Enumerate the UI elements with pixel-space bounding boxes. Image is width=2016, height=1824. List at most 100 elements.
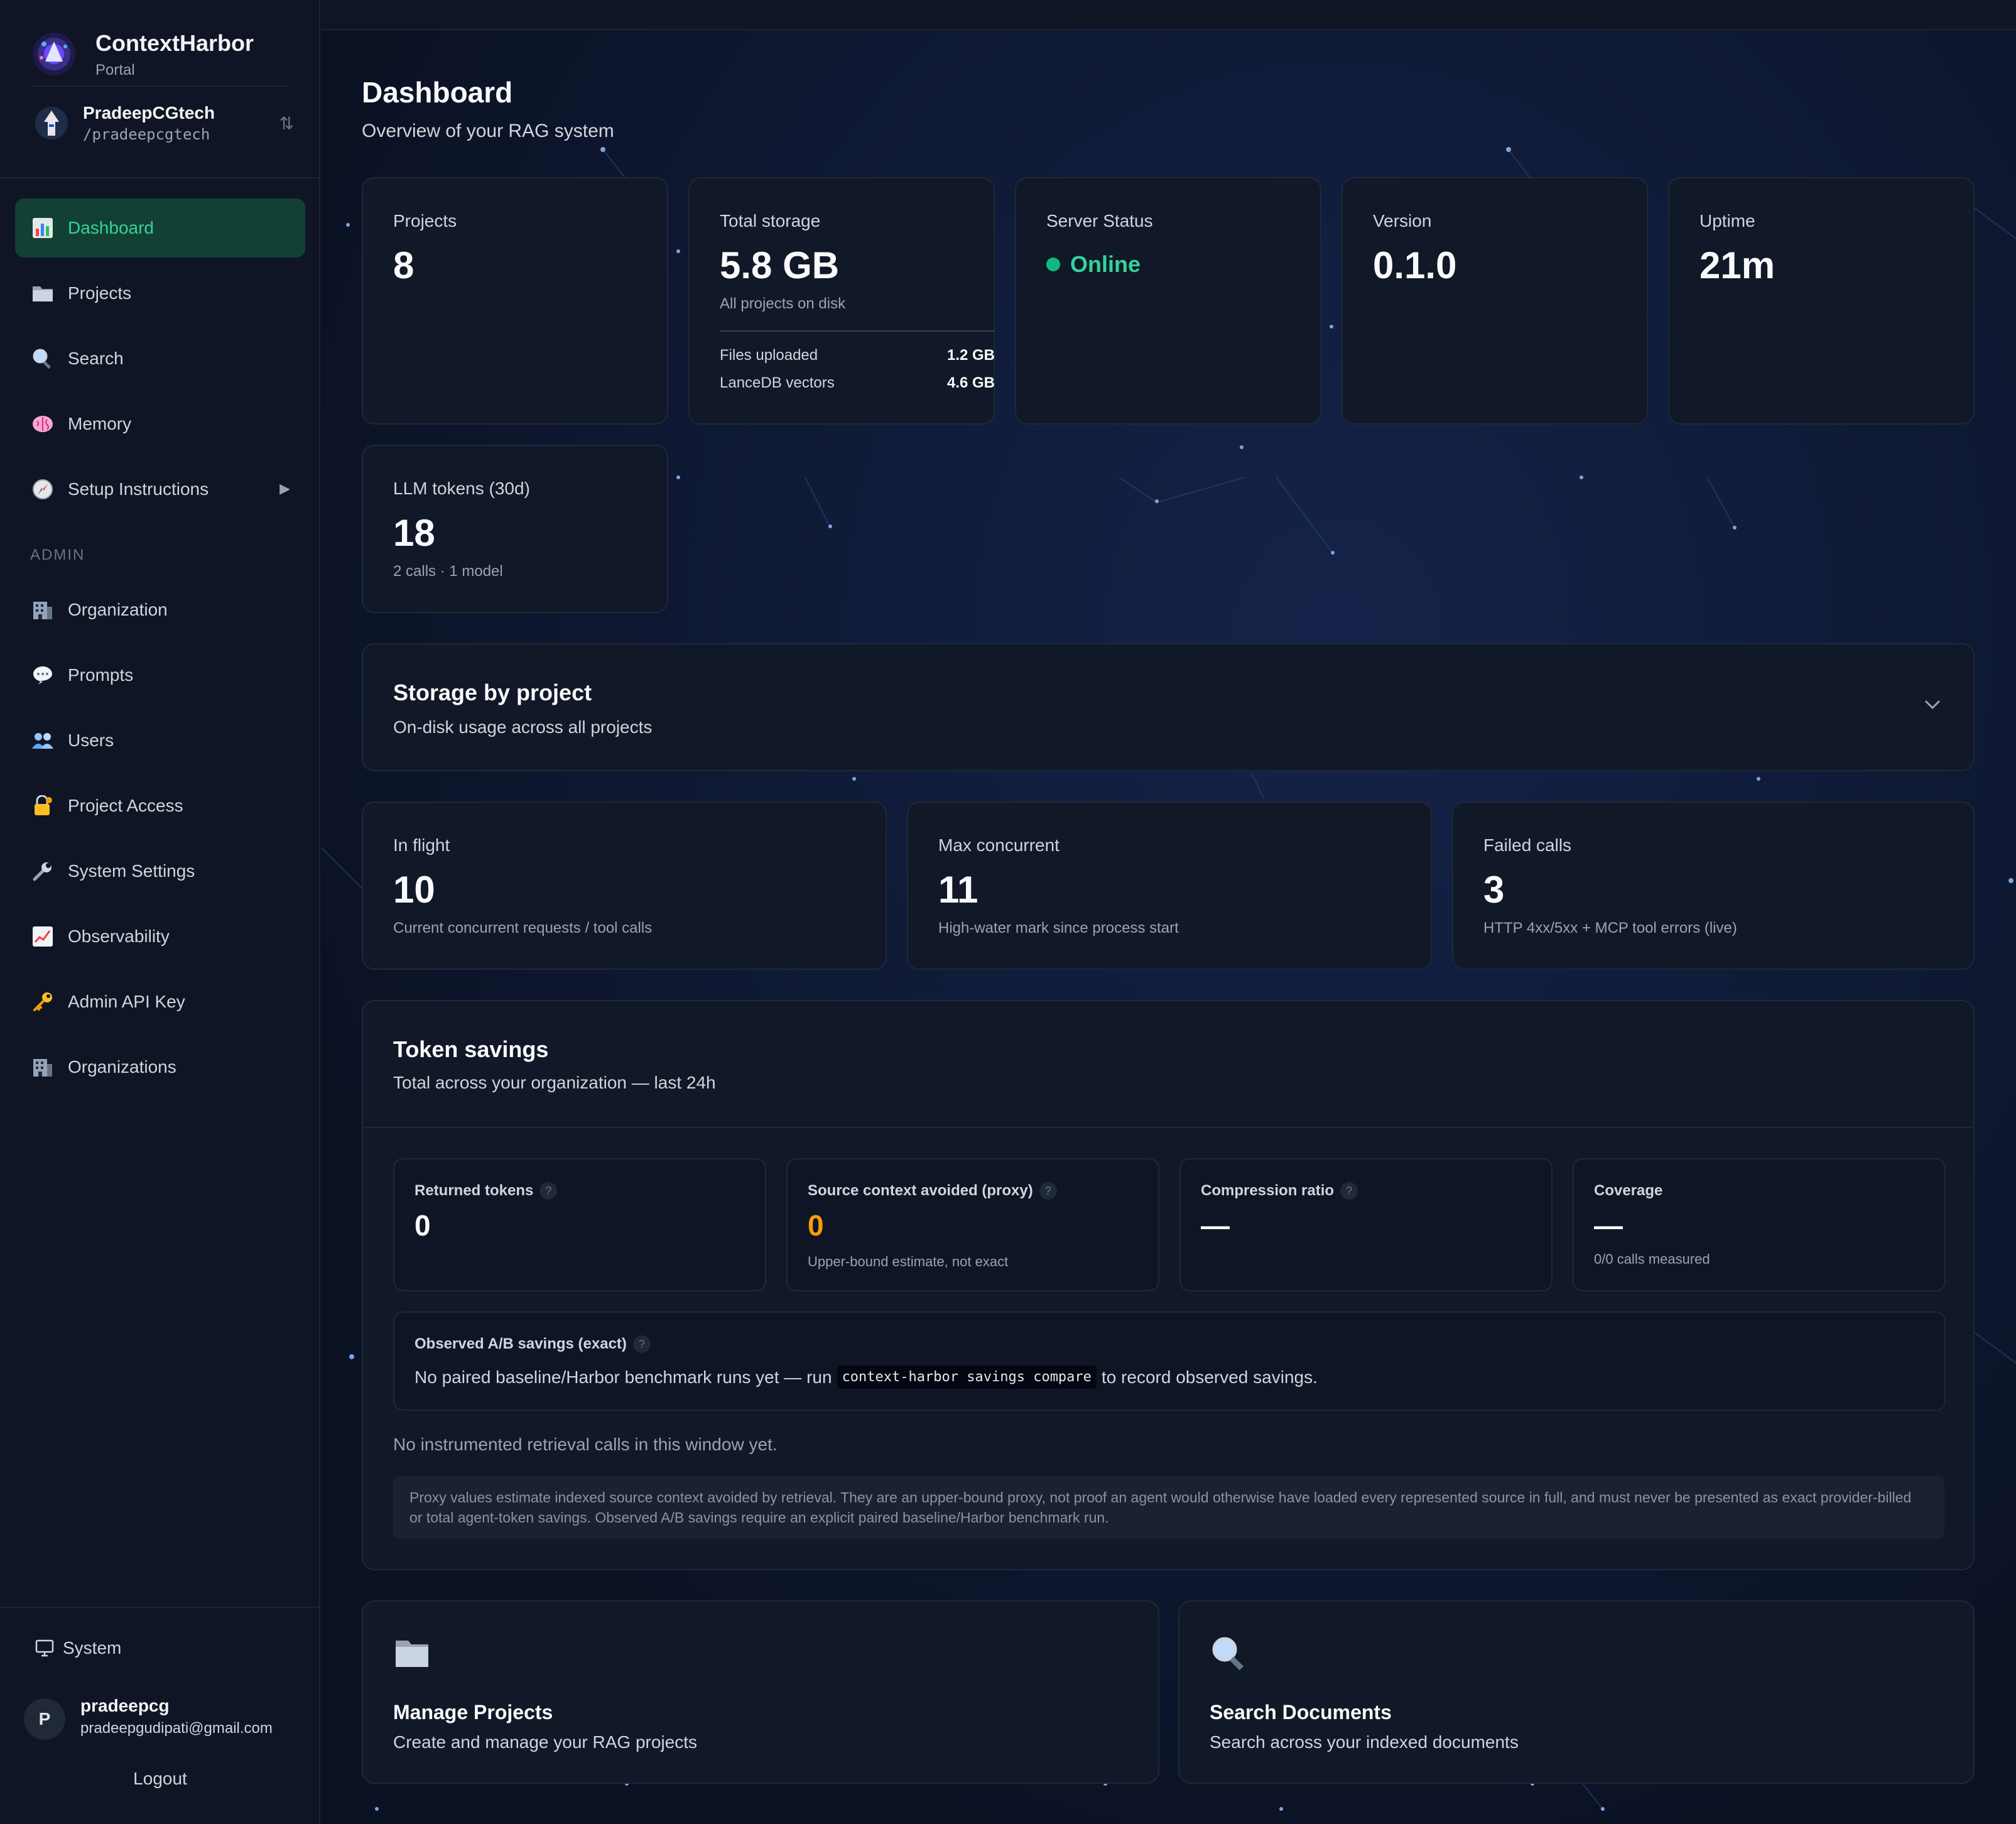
stat-value: 18 xyxy=(393,512,435,554)
lock-key-icon xyxy=(30,793,55,818)
users-icon xyxy=(30,728,55,753)
swap-arrows-icon[interactable]: ⇅ xyxy=(279,113,294,134)
storage-row-value: 1.2 GB xyxy=(946,347,995,364)
sidebar-item-project-access[interactable]: Project Access xyxy=(15,776,305,835)
storage-stat-card: Total storage 5.8 GB All projects on dis… xyxy=(688,177,995,425)
sidebar-item-admin-api-key[interactable]: Admin API Key xyxy=(15,972,305,1031)
divider xyxy=(0,177,320,178)
wrench-icon xyxy=(30,859,55,884)
user-name: pradeepcg xyxy=(80,1696,170,1715)
stat-label: Failed calls xyxy=(1483,835,1572,855)
uptime-stat-card: Uptime 21m xyxy=(1668,177,1975,425)
metric-label-text: Returned tokens xyxy=(415,1182,534,1199)
storage-row-label: LanceDB vectors xyxy=(720,374,835,391)
ab-savings-card: Observed A/B savings (exact)? No paired … xyxy=(393,1311,1946,1411)
sidebar-item-label: Project Access xyxy=(68,796,183,815)
cli-command: context-harbor savings compare xyxy=(837,1365,1097,1389)
sidebar-item-label: System Settings xyxy=(68,861,195,881)
chevron-down-icon[interactable] xyxy=(1922,693,1943,715)
building-icon xyxy=(30,1055,55,1080)
sidebar-item-label: Prompts xyxy=(68,665,134,685)
action-title: Search Documents xyxy=(1210,1701,1392,1724)
action-title: Manage Projects xyxy=(393,1701,553,1724)
stat-value: 10 xyxy=(393,869,435,911)
stat-label: LLM tokens (30d) xyxy=(393,479,530,498)
sidebar-item-label: Memory xyxy=(68,414,132,433)
section-subtitle: Total across your organization — last 24… xyxy=(393,1073,716,1092)
stat-note: HTTP 4xx/5xx + MCP tool errors (live) xyxy=(1483,920,1737,936)
storage-by-project-panel[interactable]: Storage by project On-disk usage across … xyxy=(362,643,1975,771)
page-subtitle: Overview of your RAG system xyxy=(362,121,614,141)
theme-toggle[interactable]: System xyxy=(35,1638,121,1658)
account-handle: /pradeepcgtech xyxy=(83,126,210,143)
main-content: Dashboard Overview of your RAG system Pr… xyxy=(322,0,2016,1824)
action-description: Search across your indexed documents xyxy=(1210,1732,1519,1752)
max-concurrent-card: Max concurrent 11 High-water mark since … xyxy=(907,801,1432,970)
sidebar: ContextHarbor Portal PradeepCGtech /prad… xyxy=(0,0,320,1824)
status-badge: Online xyxy=(1046,251,1141,278)
stat-label: Version xyxy=(1373,211,1432,231)
search-documents-card[interactable]: Search Documents Search across your inde… xyxy=(1178,1600,1975,1784)
logout-button[interactable]: Logout xyxy=(0,1769,320,1789)
failed-calls-card: Failed calls 3 HTTP 4xx/5xx + MCP tool e… xyxy=(1452,801,1975,970)
stat-note: 2 calls · 1 model xyxy=(393,563,503,580)
sidebar-item-memory[interactable]: Memory xyxy=(15,394,305,453)
folder-icon xyxy=(30,281,55,306)
sidebar-item-organization[interactable]: Organization xyxy=(15,580,305,639)
expand-caret-icon[interactable]: ▶ xyxy=(279,480,290,497)
stat-value: 8 xyxy=(393,244,415,286)
folder-icon xyxy=(396,1641,428,1667)
sidebar-item-organizations[interactable]: Organizations xyxy=(15,1038,305,1097)
magnifier-icon xyxy=(1212,1637,1244,1671)
source-context-avoided-card: Source context avoided (proxy)? 0 Upper-… xyxy=(786,1158,1159,1291)
sidebar-item-label: Organizations xyxy=(68,1057,176,1077)
metric-label-text: Observed A/B savings (exact) xyxy=(415,1335,627,1352)
page-title: Dashboard xyxy=(362,76,513,109)
metric-label: Returned tokens? xyxy=(415,1182,558,1200)
account-name: PradeepCGtech xyxy=(83,103,215,122)
magnifier-icon xyxy=(30,346,55,371)
metric-note: 0/0 calls measured xyxy=(1594,1251,1710,1267)
brand-name: ContextHarbor xyxy=(95,30,254,56)
user-email: pradeepgudipati@gmail.com xyxy=(80,1720,273,1737)
status-dot-icon xyxy=(1046,258,1060,271)
help-icon[interactable]: ? xyxy=(1340,1182,1358,1200)
help-icon[interactable]: ? xyxy=(632,1335,651,1353)
metric-label-text: Compression ratio xyxy=(1201,1182,1335,1199)
storage-row: LanceDB vectors 4.6 GB xyxy=(720,374,995,392)
metric-label: Coverage xyxy=(1594,1182,1663,1199)
sidebar-item-setup-instructions[interactable]: Setup Instructions ▶ xyxy=(15,460,305,519)
stat-note: All projects on disk xyxy=(720,295,846,312)
sidebar-item-users[interactable]: Users xyxy=(15,711,305,770)
user-profile[interactable]: P pradeepcg pradeepgudipati@gmail.com xyxy=(24,1696,300,1746)
sidebar-item-prompts[interactable]: Prompts xyxy=(15,646,305,705)
token-savings-panel: Token savings Total across your organiza… xyxy=(362,1000,1975,1570)
stat-value: 0.1.0 xyxy=(1373,244,1457,286)
sidebar-item-dashboard[interactable]: Dashboard xyxy=(15,198,305,258)
help-icon[interactable]: ? xyxy=(1039,1182,1057,1200)
stat-value: 5.8 GB xyxy=(720,244,840,286)
metric-note: Upper-bound estimate, not exact xyxy=(808,1254,1009,1269)
disclaimer-note: Proxy values estimate indexed source con… xyxy=(393,1476,1944,1539)
sidebar-item-system-settings[interactable]: System Settings xyxy=(15,842,305,901)
metric-value: — xyxy=(1594,1209,1623,1242)
sidebar-item-label: Organization xyxy=(68,600,168,619)
sidebar-item-label: Dashboard xyxy=(68,218,154,237)
stat-label: Max concurrent xyxy=(938,835,1059,855)
sidebar-item-search[interactable]: Search xyxy=(15,329,305,388)
help-icon[interactable]: ? xyxy=(539,1182,558,1200)
manage-projects-card[interactable]: Manage Projects Create and manage your R… xyxy=(362,1600,1159,1784)
stat-value: 21m xyxy=(1699,244,1775,286)
empty-state-message: No instrumented retrieval calls in this … xyxy=(393,1435,778,1454)
monitor-icon xyxy=(35,1639,54,1657)
sidebar-item-label: Users xyxy=(68,730,114,750)
sidebar-item-observability[interactable]: Observability xyxy=(15,907,305,966)
line-chart-icon xyxy=(30,924,55,949)
account-switcher[interactable]: PradeepCGtech /pradeepcgtech ⇅ xyxy=(30,99,294,149)
llm-tokens-card: LLM tokens (30d) 18 2 calls · 1 model xyxy=(362,445,668,613)
metric-value: 0 xyxy=(415,1209,431,1242)
section-title: Token savings xyxy=(393,1036,549,1062)
version-stat-card: Version 0.1.0 xyxy=(1341,177,1648,425)
brand[interactable]: ContextHarbor Portal xyxy=(30,28,294,79)
sidebar-item-projects[interactable]: Projects xyxy=(15,264,305,323)
